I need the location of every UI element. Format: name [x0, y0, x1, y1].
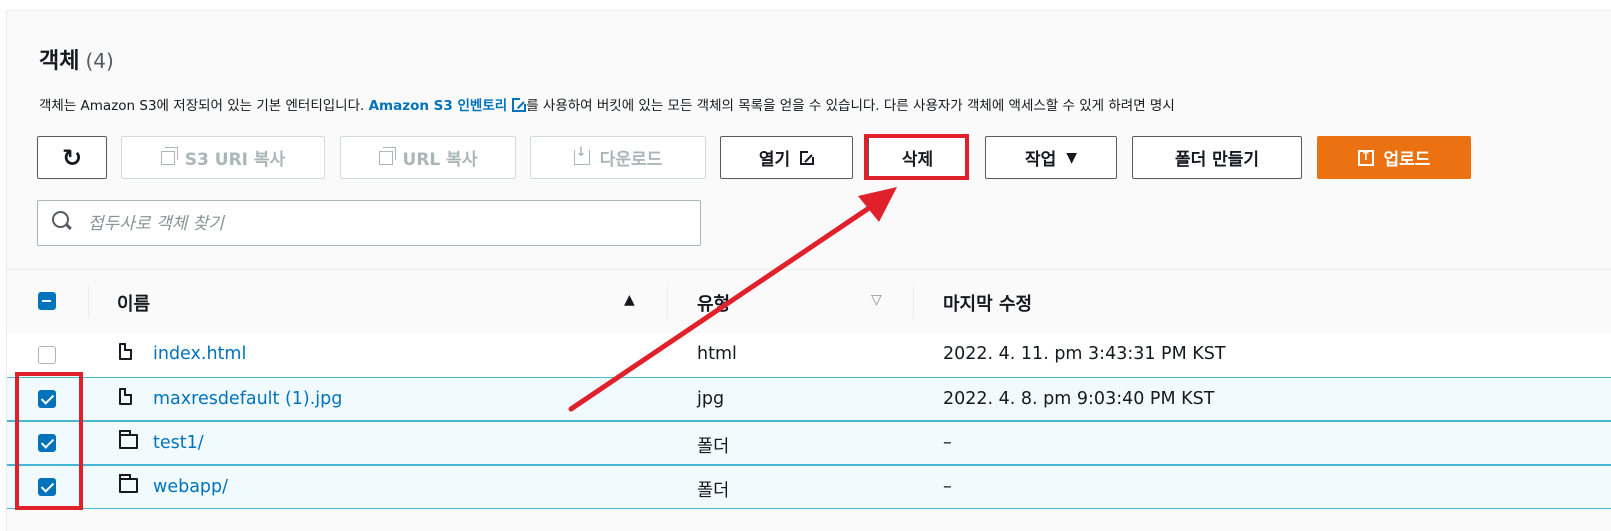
- refresh-icon: ↻: [61, 143, 83, 172]
- sort-ascending-icon[interactable]: ▲: [624, 292, 635, 308]
- download-button[interactable]: 다운로드: [530, 136, 706, 179]
- inventory-link-label: Amazon S3 인벤토리: [368, 98, 508, 114]
- search-box: [37, 200, 701, 246]
- object-type: 폴더: [697, 481, 730, 501]
- file-icon: [119, 343, 132, 360]
- open-button[interactable]: 열기: [720, 136, 853, 179]
- folder-icon: [119, 430, 138, 449]
- copy-icon: [378, 146, 396, 165]
- search-input[interactable]: [86, 209, 680, 239]
- desc-text-before: 객체는 Amazon S3에 저장되어 있는 기본 엔터티입니다.: [39, 98, 369, 114]
- object-type: jpg: [697, 389, 725, 409]
- delete-label: 삭제: [901, 150, 934, 170]
- page-title: 객체 (4): [39, 43, 114, 75]
- row-checkbox[interactable]: [38, 478, 56, 496]
- refresh-button[interactable]: ↻: [37, 136, 107, 179]
- copy-s3-uri-button[interactable]: S3 URI 복사: [121, 136, 325, 179]
- table-row[interactable]: webapp/ 폴더 –: [7, 465, 1611, 509]
- table-row[interactable]: index.html html 2022. 4. 11. pm 3:43:31 …: [7, 333, 1611, 378]
- create-folder-label: 폴더 만들기: [1174, 150, 1260, 170]
- object-name-link[interactable]: webapp/: [153, 477, 228, 497]
- object-modified: –: [943, 477, 952, 497]
- actions-dropdown[interactable]: 작업 ▼: [985, 136, 1117, 179]
- object-type: 폴더: [697, 437, 730, 457]
- table-header: 이름 ▲ 유형 ▽ 마지막 수정: [7, 269, 1611, 335]
- row-checkbox[interactable]: [38, 390, 56, 408]
- object-modified: 2022. 4. 8. pm 9:03:40 PM KST: [943, 389, 1215, 409]
- folder-icon: [119, 474, 138, 493]
- object-modified: 2022. 4. 11. pm 3:43:31 PM KST: [943, 344, 1226, 364]
- select-all-checkbox[interactable]: [38, 292, 56, 310]
- delete-button[interactable]: 삭제: [868, 136, 967, 179]
- object-type: html: [697, 344, 737, 364]
- objects-panel: 객체 (4) 객체는 Amazon S3에 저장되어 있는 기본 엔터티입니다. …: [6, 10, 1611, 531]
- search-icon: [52, 211, 69, 228]
- actions-label: 작업: [1024, 150, 1057, 170]
- objects-header: 객체 (4) 객체는 Amazon S3에 저장되어 있는 기본 엔터티입니다. …: [7, 11, 1611, 271]
- objects-description: 객체는 Amazon S3에 저장되어 있는 기본 엔터티입니다. Amazon…: [39, 94, 1609, 114]
- column-last-modified[interactable]: 마지막 수정: [943, 290, 1032, 316]
- row-checkbox[interactable]: [38, 434, 56, 452]
- copy-s3-uri-label: S3 URI 복사: [184, 150, 286, 170]
- object-count: (4): [85, 49, 114, 73]
- upload-label: 업로드: [1383, 150, 1431, 170]
- upload-icon: [1357, 149, 1374, 166]
- table-row[interactable]: maxresdefault (1).jpg jpg 2022. 4. 8. pm…: [7, 377, 1611, 421]
- table-row[interactable]: test1/ 폴더 –: [7, 421, 1611, 465]
- inventory-link[interactable]: Amazon S3 인벤토리: [368, 97, 528, 114]
- copy-url-label: URL 복사: [402, 150, 478, 170]
- download-icon: [573, 145, 590, 165]
- copy-icon: [160, 146, 178, 165]
- create-folder-button[interactable]: 폴더 만들기: [1132, 136, 1302, 179]
- desc-text-after: 를 사용하여 버킷에 있는 모든 객체의 목록을 얻을 수 있습니다. 다른 사…: [526, 98, 1175, 114]
- file-icon: [119, 388, 132, 405]
- object-modified: –: [943, 433, 952, 453]
- external-link-icon: [800, 149, 816, 165]
- column-name[interactable]: 이름: [117, 290, 150, 316]
- column-divider: [88, 286, 89, 318]
- object-name-link[interactable]: index.html: [153, 344, 246, 364]
- open-label: 열기: [758, 150, 791, 170]
- upload-button[interactable]: 업로드: [1317, 136, 1471, 179]
- sort-descending-icon[interactable]: ▽: [871, 292, 882, 308]
- column-type[interactable]: 유형: [697, 290, 730, 316]
- row-checkbox[interactable]: [38, 346, 56, 364]
- title-text: 객체: [39, 49, 80, 74]
- column-divider: [667, 286, 668, 318]
- object-name-link[interactable]: test1/: [153, 433, 204, 453]
- object-name-link[interactable]: maxresdefault (1).jpg: [153, 389, 342, 409]
- external-link-icon: [512, 97, 528, 112]
- copy-url-button[interactable]: URL 복사: [340, 136, 516, 179]
- column-divider: [913, 286, 914, 318]
- download-label: 다운로드: [599, 150, 663, 170]
- caret-down-icon: ▼: [1066, 149, 1078, 166]
